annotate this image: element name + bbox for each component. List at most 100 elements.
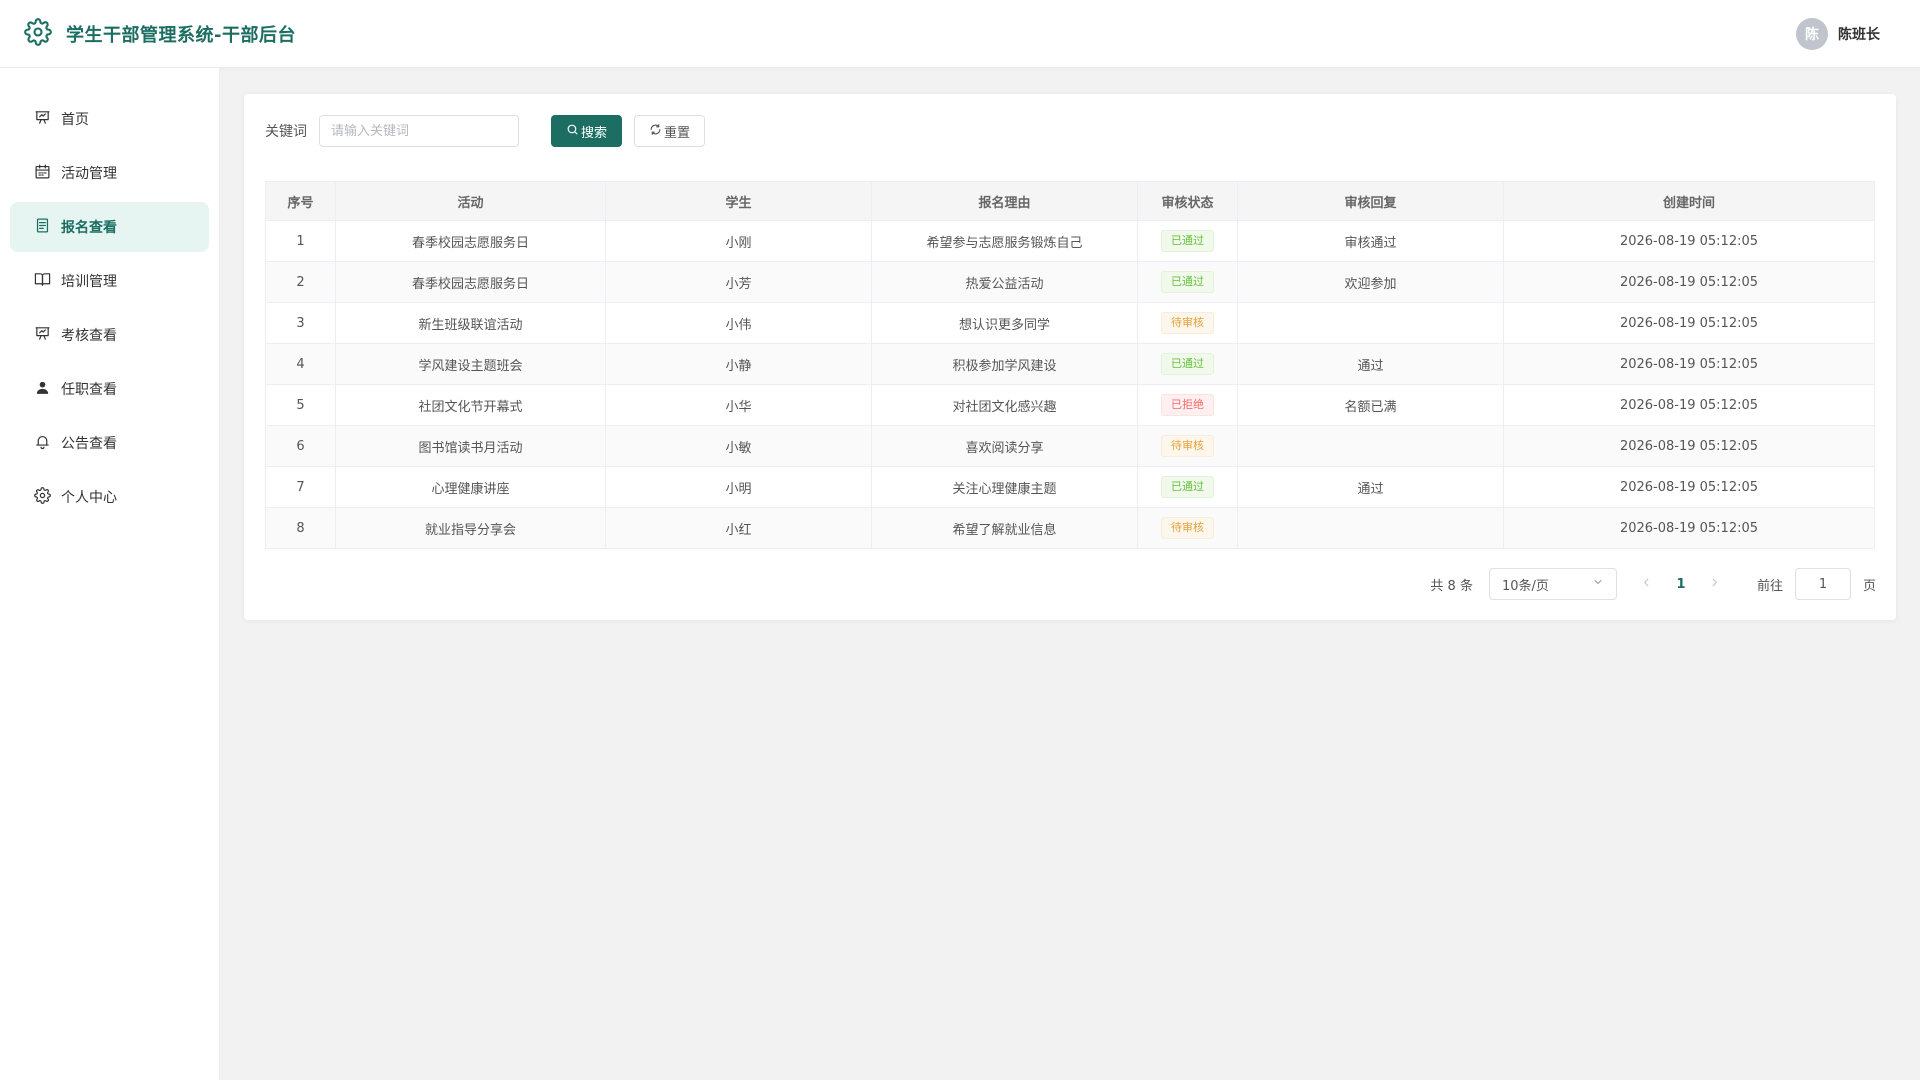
table-row[interactable]: 5 社团文化节开幕式 小华 对社团文化感兴趣 已拒绝 名额已满 2026-08-19 05:… <box>265 384 1875 426</box>
table-cell-status: 待审核 <box>1137 302 1238 344</box>
table-cell-reply: 名额已满 <box>1237 384 1504 426</box>
table-cell-no: 5 <box>265 384 336 426</box>
table-cell-created: 2026-08-19 05:12:05 <box>1503 343 1875 385</box>
column-header[interactable]: 序号 <box>265 181 336 221</box>
sidebar-item-home[interactable]: 首页 <box>10 94 209 144</box>
table-cell-reason: 希望了解就业信息 <box>871 507 1138 549</box>
table-cell-activity: 新生班级联谊活动 <box>335 302 606 344</box>
table-cell-no: 3 <box>265 302 336 344</box>
sidebar-item-label: 活动管理 <box>61 166 117 182</box>
table-cell-student: 小明 <box>605 466 872 508</box>
table-cell-activity: 就业指导分享会 <box>335 507 606 549</box>
sidebar-item-assessment-view[interactable]: 考核查看 <box>10 310 209 360</box>
table-cell-status: 已通过 <box>1137 220 1238 262</box>
column-header[interactable]: 活动 <box>335 181 606 221</box>
table-cell-reply: 通过 <box>1237 466 1504 508</box>
status-badge: 已通过 <box>1161 476 1214 498</box>
table-cell-reason: 关注心理健康主题 <box>871 466 1138 508</box>
table-cell-no: 2 <box>265 261 336 303</box>
table-cell-activity: 心理健康讲座 <box>335 466 606 508</box>
table-cell-status: 待审核 <box>1137 507 1238 549</box>
column-header[interactable]: 创建时间 <box>1503 181 1875 221</box>
avatar[interactable]: 陈 <box>1796 18 1828 50</box>
document-icon <box>34 217 61 238</box>
table-cell-reason: 想认识更多同学 <box>871 302 1138 344</box>
table-row[interactable]: 6 图书馆读书月活动 小敏 喜欢阅读分享 待审核 2026-08-19 05:12:05 <box>265 425 1875 467</box>
table-cell-student: 小芳 <box>605 261 872 303</box>
sidebar-item-announcement-view[interactable]: 公告查看 <box>10 418 209 468</box>
table-cell-reply <box>1237 507 1504 549</box>
table-cell-created: 2026-08-19 05:12:05 <box>1503 302 1875 344</box>
sidebar-item-activity-management[interactable]: 活动管理 <box>10 148 209 198</box>
search-icon <box>566 123 581 140</box>
search-button[interactable]: 搜索 <box>551 115 623 147</box>
prev-page-button[interactable] <box>1633 570 1661 598</box>
brand: 学生干部管理系统-干部后台 <box>24 17 296 50</box>
table-row[interactable]: 8 就业指导分享会 小红 希望了解就业信息 待审核 2026-08-19 05:12:05 <box>265 507 1875 549</box>
table-cell-student: 小华 <box>605 384 872 426</box>
reset-button[interactable]: 重置 <box>634 115 706 147</box>
table-cell-student: 小静 <box>605 343 872 385</box>
bell-icon <box>34 433 61 454</box>
table-cell-student: 小红 <box>605 507 872 549</box>
sidebar-item-registration-view[interactable]: 报名查看 <box>10 202 209 252</box>
sidebar: 首页 活动管理 报名查看 培训管理 考核查看 任职查看 公告查看 个人中心 <box>0 68 220 1080</box>
registration-table: 序号 活动 学生 报名理由 审核状态 审核回复 创建时间 1 春季校园志愿服务日小… <box>265 181 1875 549</box>
search-button-label: 搜索 <box>581 125 608 141</box>
status-badge: 已通过 <box>1161 230 1214 252</box>
status-badge: 待审核 <box>1161 312 1214 334</box>
column-header[interactable]: 审核状态 <box>1137 181 1238 221</box>
table-cell-created: 2026-08-19 05:12:05 <box>1503 507 1875 549</box>
sidebar-item-label: 个人中心 <box>61 490 117 506</box>
next-page-button[interactable] <box>1701 570 1729 598</box>
column-header[interactable]: 报名理由 <box>871 181 1138 221</box>
presentation-icon <box>34 325 61 346</box>
table-cell-activity: 学风建设主题班会 <box>335 343 606 385</box>
sidebar-item-personal-center[interactable]: 个人中心 <box>10 472 209 522</box>
sidebar-item-training-management[interactable]: 培训管理 <box>10 256 209 306</box>
app-title: 学生干部管理系统-干部后台 <box>66 24 296 46</box>
sidebar-item-label: 公告查看 <box>61 436 117 452</box>
gear-icon <box>24 17 52 50</box>
search-input[interactable] <box>319 115 519 147</box>
chevron-left-icon <box>1641 577 1652 592</box>
book-icon <box>34 271 61 292</box>
table-cell-reason: 希望参与志愿服务锻炼自己 <box>871 220 1138 262</box>
table-cell-status: 待审核 <box>1137 425 1238 467</box>
user-menu[interactable]: 陈 陈班长 <box>1796 18 1880 50</box>
status-badge: 待审核 <box>1161 517 1214 539</box>
goto-label: 前往 <box>1756 578 1783 594</box>
table-cell-reply <box>1237 425 1504 467</box>
page-number-current[interactable]: 1 <box>1671 577 1691 592</box>
column-header[interactable]: 审核回复 <box>1237 181 1504 221</box>
table-cell-activity: 春季校园志愿服务日 <box>335 261 606 303</box>
table-cell-activity: 春季校园志愿服务日 <box>335 220 606 262</box>
table-cell-created: 2026-08-19 05:12:05 <box>1503 261 1875 303</box>
top-header: 学生干部管理系统-干部后台 陈 陈班长 <box>0 0 1920 68</box>
table-header: 序号 活动 学生 报名理由 审核状态 审核回复 创建时间 <box>265 181 1875 221</box>
table-cell-no: 6 <box>265 425 336 467</box>
pagination: 共 8 条 10条/页 1 前往 页 <box>1430 568 1876 600</box>
column-header[interactable]: 学生 <box>605 181 872 221</box>
status-badge: 已通过 <box>1161 271 1214 293</box>
table-row[interactable]: 7 心理健康讲座 小明 关注心理健康主题 已通过 通过 2026-08-19 05:12:0… <box>265 466 1875 508</box>
sidebar-item-position-view[interactable]: 任职查看 <box>10 364 209 414</box>
status-badge: 待审核 <box>1161 435 1214 457</box>
search-bar: 关键词 搜索 重置 <box>265 115 706 147</box>
table-cell-no: 7 <box>265 466 336 508</box>
table-row[interactable]: 1 春季校园志愿服务日 小刚 希望参与志愿服务锻炼自己 已通过 审核通过 2026-08-1… <box>265 220 1875 262</box>
user-name[interactable]: 陈班长 <box>1838 24 1880 44</box>
table-row[interactable]: 2 春季校园志愿服务日 小芳 热爱公益活动 已通过 欢迎参加 2026-08-19 05:1… <box>265 261 1875 303</box>
sidebar-item-label: 报名查看 <box>61 220 117 236</box>
calendar-icon <box>34 163 61 184</box>
chevron-down-icon <box>1592 576 1604 592</box>
presentation-icon <box>34 109 61 130</box>
table-cell-activity: 图书馆读书月活动 <box>335 425 606 467</box>
table-row[interactable]: 4 学风建设主题班会 小静 积极参加学风建设 已通过 通过 2026-08-19 05:12… <box>265 343 1875 385</box>
table-cell-activity: 社团文化节开幕式 <box>335 384 606 426</box>
goto-page-input[interactable] <box>1794 568 1851 600</box>
reset-button-label: 重置 <box>664 125 691 141</box>
page-size-select[interactable]: 10条/页 <box>1488 568 1617 600</box>
table-cell-status: 已拒绝 <box>1137 384 1238 426</box>
table-row[interactable]: 3 新生班级联谊活动 小伟 想认识更多同学 待审核 2026-08-19 05:12:05 <box>265 302 1875 344</box>
